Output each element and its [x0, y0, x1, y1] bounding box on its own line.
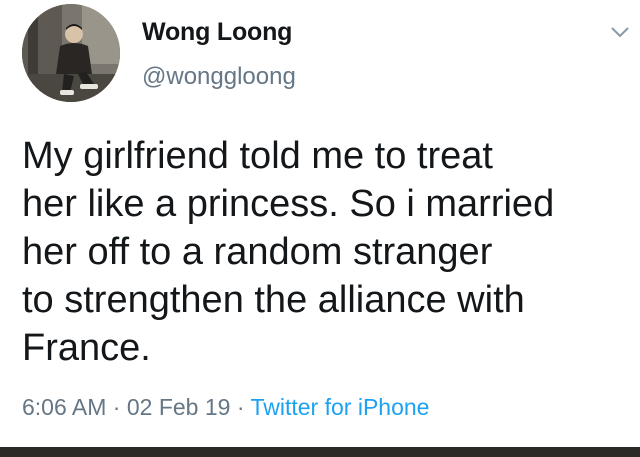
bottom-divider — [0, 447, 640, 457]
avatar[interactable] — [22, 4, 120, 102]
author-handle[interactable]: @wonggloong — [142, 63, 296, 91]
tweet-text-line: to strengthen the alliance with — [22, 279, 525, 321]
tweet-card: Wong Loong @wonggloong My girlfriend tol… — [0, 0, 640, 447]
tweet-time[interactable]: 6:06 AM — [22, 394, 106, 420]
tweet-text-line: her like a princess. So i married — [22, 183, 555, 225]
chevron-down-icon[interactable] — [610, 24, 630, 40]
tweet-text: My girlfriend told me to treat her like … — [22, 132, 622, 372]
tweet-source-link[interactable]: Twitter for iPhone — [250, 394, 429, 420]
profile-photo-icon — [22, 4, 120, 102]
tweet-text-line: My girlfriend told me to treat — [22, 135, 493, 177]
tweet-text-line: France. — [22, 327, 151, 369]
meta-separator: · — [236, 394, 245, 420]
meta-separator: · — [112, 394, 121, 420]
tweet-meta: 6:06 AM · 02 Feb 19 · Twitter for iPhone — [22, 394, 429, 421]
tweet-date[interactable]: 02 Feb 19 — [127, 394, 231, 420]
tweet-text-line: her off to a random stranger — [22, 231, 493, 273]
author-display-name[interactable]: Wong Loong — [142, 18, 292, 47]
